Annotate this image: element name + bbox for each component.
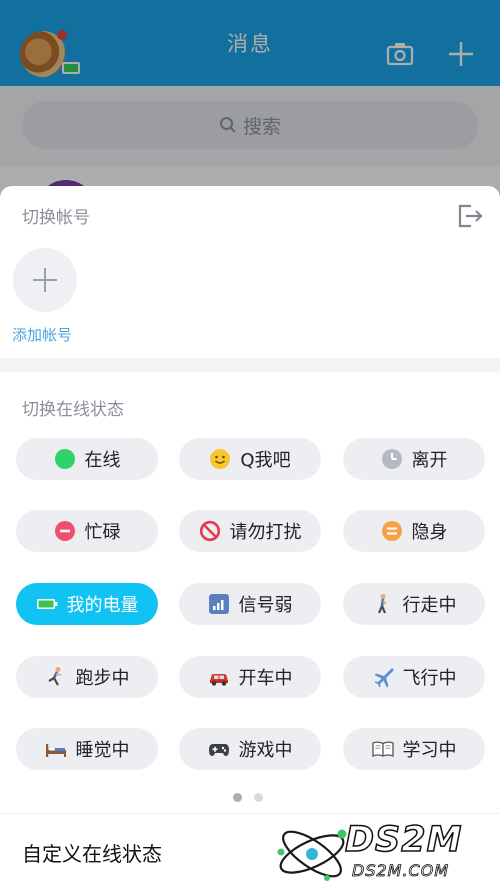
status-chip-label: 请勿打扰 (229, 522, 302, 543)
status-chip-label: 睡觉中 (75, 740, 130, 761)
status-chip-driving[interactable]: 开车中 (179, 656, 321, 698)
book-icon (371, 738, 394, 760)
status-chip-studying[interactable]: 学习中 (343, 728, 485, 770)
status-chip-q-me[interactable]: Q我吧 (179, 438, 321, 480)
status-chip-busy[interactable]: 忙碌 (16, 510, 158, 552)
status-chip-label: 在线 (84, 450, 121, 471)
clock-icon (381, 448, 403, 470)
status-chip-label: 行走中 (402, 595, 457, 616)
add-account-label[interactable]: 添加帐号 (12, 324, 72, 345)
status-chip-label: Q我吧 (240, 450, 291, 471)
section-divider (0, 358, 500, 372)
status-chip-sleeping[interactable]: 睡觉中 (16, 728, 158, 770)
status-chip-label: 忙碌 (84, 522, 121, 543)
watermark-text: DS2M (344, 819, 463, 861)
status-chip-away[interactable]: 离开 (343, 438, 485, 480)
logout-icon[interactable] (456, 202, 484, 230)
custom-status-button[interactable]: 自定义在线状态 (22, 838, 162, 867)
status-chip-label: 隐身 (411, 522, 448, 543)
add-icon (33, 268, 57, 292)
status-chip-invisible[interactable]: 隐身 (343, 510, 485, 552)
watermark-subtext: DS2M.COM (352, 861, 450, 881)
bed-icon (45, 738, 67, 760)
status-chip-label: 离开 (411, 450, 448, 471)
qq-message-page: 消息 搜索 切换帐号 添加帐号 切换在线状态 在线 Q我吧 离开 忙碌 请勿打扰… (0, 0, 500, 889)
equals-circle-icon (381, 520, 403, 542)
status-chip-label: 游戏中 (238, 740, 293, 761)
add-account-button[interactable] (13, 248, 77, 312)
page-indicator (233, 793, 263, 802)
page-dot (254, 793, 263, 802)
gamepad-icon (208, 738, 230, 760)
status-chip-dnd[interactable]: 请勿打扰 (179, 510, 321, 552)
airplane-icon (372, 666, 394, 688)
status-chip-label: 学习中 (402, 740, 457, 761)
status-chip-walking[interactable]: 行走中 (343, 583, 485, 625)
signal-icon (208, 593, 230, 615)
status-chip-label: 飞行中 (402, 668, 457, 689)
status-chip-label: 跑步中 (75, 668, 130, 689)
car-icon (208, 666, 230, 688)
status-chip-running[interactable]: 跑步中 (16, 656, 158, 698)
no-entry-icon (199, 520, 221, 542)
minus-circle-icon (54, 520, 76, 542)
battery-icon (36, 593, 58, 615)
switch-account-title: 切换帐号 (22, 208, 90, 228)
status-chip-label: 开车中 (238, 668, 293, 689)
status-chip-online[interactable]: 在线 (16, 438, 158, 480)
switch-status-title: 切换在线状态 (22, 400, 124, 420)
walking-icon (372, 593, 394, 615)
status-chip-weak-signal[interactable]: 信号弱 (179, 583, 321, 625)
smile-face-icon (209, 448, 231, 470)
running-icon (45, 666, 67, 688)
status-chip-gaming[interactable]: 游戏中 (179, 728, 321, 770)
status-chip-label: 信号弱 (238, 595, 293, 616)
status-chip-label: 我的电量 (66, 595, 139, 616)
page-dot-active (233, 793, 242, 802)
status-chip-my-battery[interactable]: 我的电量 (16, 583, 158, 625)
green-dot-icon (54, 448, 76, 470)
status-chip-flying[interactable]: 飞行中 (343, 656, 485, 698)
